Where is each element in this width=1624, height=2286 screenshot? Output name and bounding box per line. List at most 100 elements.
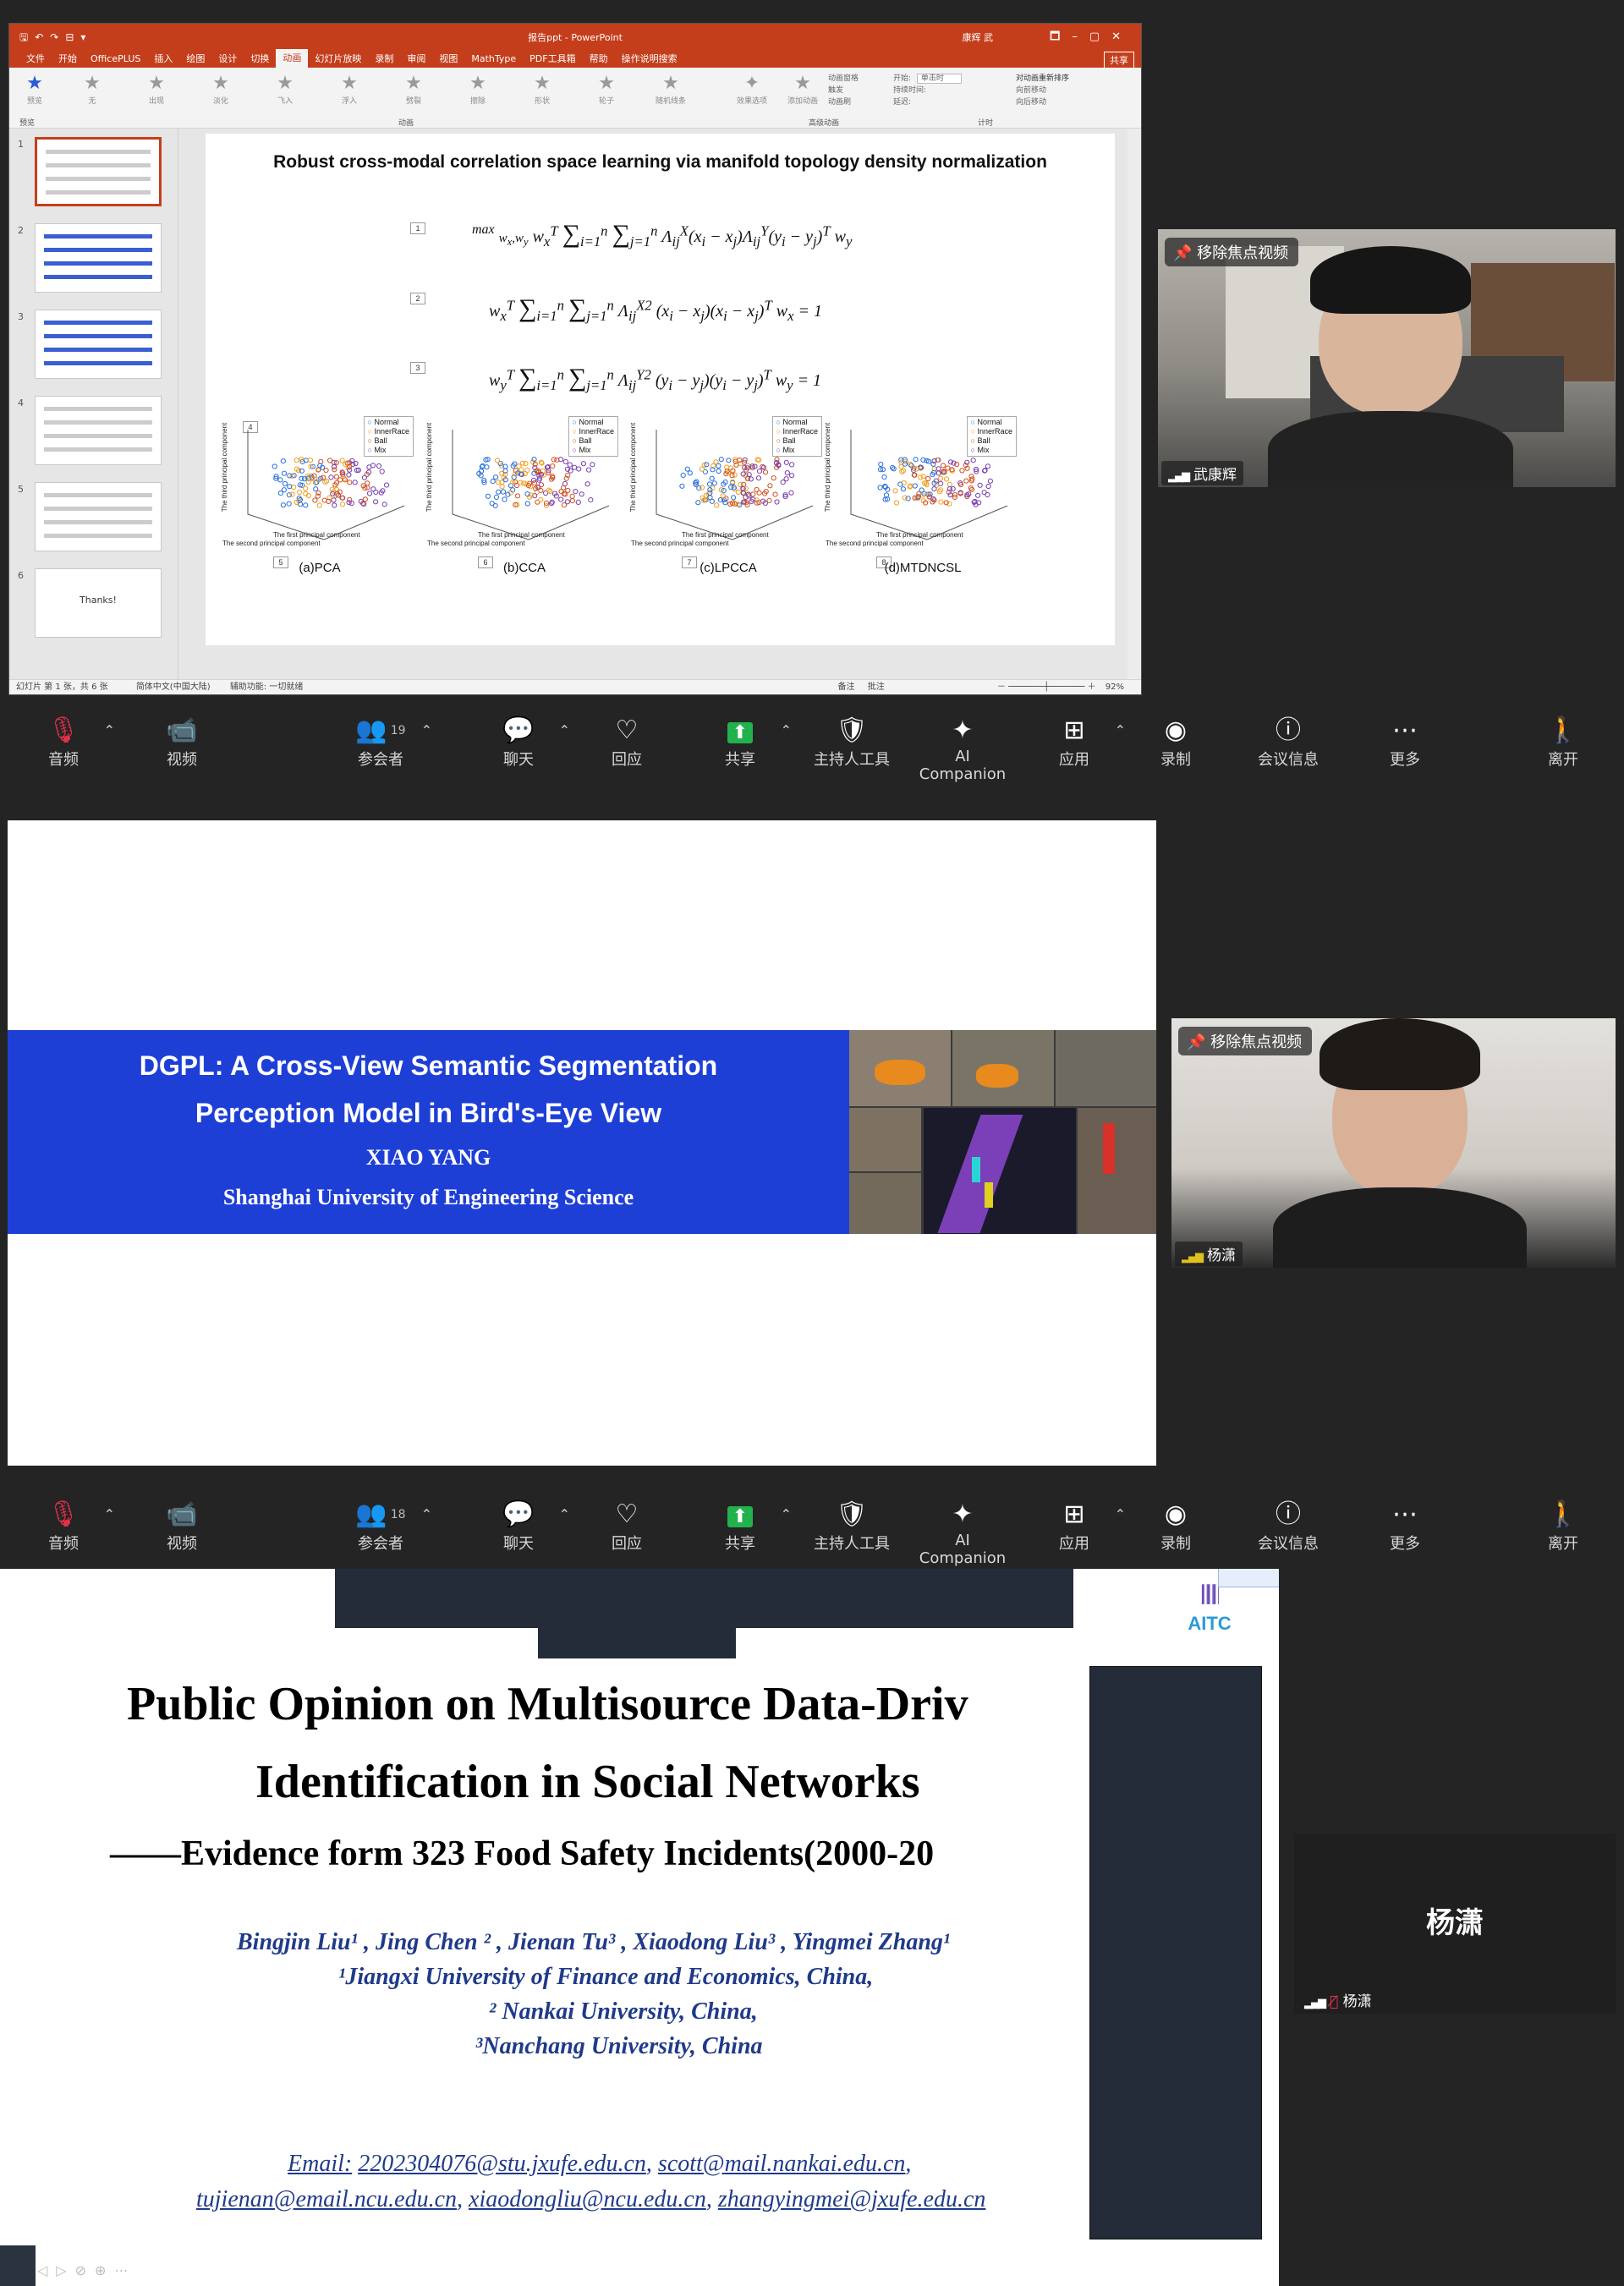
ribbon-tab-0[interactable]: 文件 (19, 52, 52, 65)
more-button[interactable]: ⋯ 更多 (1358, 1499, 1451, 1554)
slide-thumbnail-6[interactable]: Thanks! (35, 568, 162, 638)
animation-option-0[interactable]: ★ 无 (69, 73, 116, 106)
email-link-5[interactable]: zhangyingmei@jxufe.edu.cn (718, 2186, 986, 2212)
share-button[interactable]: ⬆ 共享 ⌃ (694, 1499, 792, 1554)
preview-button[interactable]: ★ 预览 (11, 73, 58, 106)
ribbon-tab-4[interactable]: 绘图 (179, 52, 211, 65)
participants-button[interactable]: 👥 19 参会者 ⌃ (334, 715, 432, 770)
animation-option-5[interactable]: ★ 劈裂 (390, 73, 437, 106)
comments-button[interactable]: 批注 (868, 683, 885, 692)
video-button[interactable]: 📹 视频 (135, 715, 228, 770)
window-controls[interactable]: 🗖–▢✕ (1050, 29, 1133, 47)
shared-screen-3[interactable]: 𝄃𝄃𝄃 AITC Public Opinion on Multisource D… (0, 1569, 1279, 2286)
ribbon-tab-11[interactable]: 视图 (432, 52, 464, 65)
slide-thumbnail-pane[interactable]: 1 2 3 4 5 6 Thanks! (9, 129, 178, 679)
record-button[interactable]: ◉ 录制 (1129, 715, 1222, 770)
caret-up-icon[interactable]: ⌃ (781, 722, 792, 738)
ribbon-tab-8[interactable]: 幻灯片放映 (308, 52, 368, 65)
ribbon-tab-9[interactable]: 录制 (368, 52, 400, 65)
ribbon-tab-5[interactable]: 设计 (211, 52, 244, 65)
move-earlier-button[interactable]: 向前移动 (1016, 85, 1069, 96)
email-link-4[interactable]: xiaodongliu@ncu.edu.cn (469, 2186, 706, 2212)
ai-companion-button[interactable]: ✦ AI Companion (916, 1499, 1009, 1567)
participant-video-1[interactable]: 📌 移除焦点视频 ▂▄▆ 武康辉 (1158, 229, 1616, 487)
trigger-button[interactable]: 触发 (828, 85, 859, 96)
slide-thumbnail-1[interactable] (35, 137, 162, 206)
caret-up-icon[interactable]: ⌃ (559, 722, 570, 738)
host-tools-button[interactable]: 🛡 主持人工具 (805, 715, 898, 770)
ribbon-tab-15[interactable]: 操作说明搜索 (615, 52, 684, 65)
leave-button[interactable]: 🚶 离开 (1517, 715, 1610, 770)
slide-canvas[interactable]: Robust cross-modal correlation space lea… (206, 134, 1115, 645)
apps-button[interactable]: ⊞ 应用 ⌃ (1028, 715, 1126, 770)
apps-button[interactable]: ⊞ 应用 ⌃ (1028, 1499, 1126, 1554)
slide-control-box[interactable] (0, 2245, 36, 2286)
ribbon-tab-2[interactable]: OfficePLUS (84, 53, 147, 64)
slide-nav-controls[interactable]: ◁▷⊘⊕⋯ (37, 2262, 136, 2278)
animation-painter-button[interactable]: 动画刷 (828, 96, 859, 108)
email-link-2[interactable]: scott@mail.nankai.edu.cn (658, 2151, 905, 2177)
caret-up-icon[interactable]: ⌃ (104, 722, 115, 738)
participants-button[interactable]: 👥 18 参会者 ⌃ (334, 1499, 432, 1554)
email-link-3[interactable]: tujienan@email.ncu.edu.cn (196, 2186, 457, 2212)
audio-button[interactable]: 🎙 音频 ⌃ (17, 715, 115, 770)
animation-option-3[interactable]: ★ 飞入 (261, 73, 309, 106)
chat-button[interactable]: 💬 聊天 ⌃ (472, 1499, 570, 1554)
animation-option-6[interactable]: ★ 擦除 (454, 73, 502, 106)
chat-button[interactable]: 💬 聊天 ⌃ (472, 715, 570, 770)
host-tools-button[interactable]: 🛡 主持人工具 (805, 1499, 898, 1554)
caret-up-icon[interactable]: ⌃ (781, 1506, 792, 1522)
slide-thumbnail-2[interactable] (35, 223, 162, 293)
zoom-slider[interactable]: － ───────┼─────── ＋ (997, 683, 1096, 692)
caret-up-icon[interactable]: ⌃ (421, 1506, 432, 1522)
accessibility-status[interactable]: 辅助功能: 一切就绪 (230, 683, 304, 692)
react-button[interactable]: ♡ 回应 (580, 1499, 673, 1554)
slide-thumbnail-4[interactable] (35, 396, 162, 465)
ribbon-tab-3[interactable]: 插入 (147, 52, 179, 65)
ribbon-tab-12[interactable]: MathType (464, 53, 523, 64)
remove-spotlight-button[interactable]: 📌 移除焦点视频 (1165, 238, 1299, 266)
caret-up-icon[interactable]: ⌃ (421, 722, 432, 738)
email-link-1[interactable]: 2202304076@stu.jxufe.edu.cn (358, 2151, 646, 2177)
vertical-scrollbar[interactable] (1127, 129, 1141, 679)
animation-option-8[interactable]: ★ 轮子 (583, 73, 630, 106)
ribbon-tab-13[interactable]: PDF工具箱 (523, 52, 582, 65)
start-select[interactable]: 单击时 (916, 74, 962, 84)
ribbon-tab-14[interactable]: 帮助 (583, 52, 615, 65)
powerpoint-window[interactable]: 🖫↶↷⊟▾ 报告ppt - PowerPoint 康辉 武 🗖–▢✕ 文件 开始 O… (8, 23, 1142, 695)
ribbon-tab-1[interactable]: 开始 (52, 52, 84, 65)
notification-bar[interactable] (1218, 1569, 1279, 1587)
meeting-info-button[interactable]: ⓘ 会议信息 (1242, 1499, 1335, 1554)
more-button[interactable]: ⋯ 更多 (1358, 715, 1451, 770)
add-animation-button[interactable]: ★ 添加动画 (779, 73, 826, 106)
caret-up-icon[interactable]: ⌃ (1115, 1506, 1126, 1522)
caret-up-icon[interactable]: ⌃ (104, 1506, 115, 1522)
share-button[interactable]: ⬆ 共享 ⌃ (694, 715, 792, 770)
ribbon-tab-6[interactable]: 切换 (244, 52, 276, 65)
video-button[interactable]: 📹 视频 (135, 1499, 228, 1554)
animation-option-9[interactable]: ★ 随机线条 (647, 73, 694, 106)
shared-screen-2[interactable]: DGPL: A Cross-View Semantic Segmentation… (8, 820, 1156, 1466)
leave-button[interactable]: 🚶 离开 (1517, 1499, 1610, 1554)
caret-up-icon[interactable]: ⌃ (1115, 722, 1126, 738)
slide-thumbnail-5[interactable] (35, 482, 162, 551)
audio-button[interactable]: 🎙 音频 ⌃ (17, 1499, 115, 1554)
effect-options-button[interactable]: ✦ 效果选项 (728, 73, 776, 106)
ai-companion-button[interactable]: ✦ AI Companion (916, 715, 1009, 783)
ribbon-tab-7[interactable]: 动画 (276, 49, 309, 68)
caret-up-icon[interactable]: ⌃ (559, 1506, 570, 1522)
animation-pane-button[interactable]: 动画窗格 (828, 73, 859, 85)
animation-option-2[interactable]: ★ 淡化 (197, 73, 244, 106)
language-status[interactable]: 简体中文(中国大陆) (136, 683, 211, 692)
record-button[interactable]: ◉ 录制 (1129, 1499, 1222, 1554)
participant-tile-3[interactable]: 杨潇 ▂▄▆ 🎙̸ 杨潇 (1294, 1834, 1616, 2014)
remove-spotlight-button[interactable]: 📌 移除焦点视频 (1178, 1027, 1313, 1055)
slide-thumbnail-3[interactable] (35, 310, 162, 379)
ppt-share-button[interactable]: 共享 (1104, 52, 1134, 69)
react-button[interactable]: ♡ 回应 (580, 715, 673, 770)
animation-option-7[interactable]: ★ 形状 (518, 73, 566, 106)
meeting-info-button[interactable]: ⓘ 会议信息 (1242, 715, 1335, 770)
zoom-level[interactable]: 92% (1106, 683, 1124, 692)
participant-video-2[interactable]: 📌 移除焦点视频 ▂▄▆ 杨潇 (1171, 1018, 1616, 1268)
ppt-user-name[interactable]: 康辉 武 (963, 30, 994, 44)
